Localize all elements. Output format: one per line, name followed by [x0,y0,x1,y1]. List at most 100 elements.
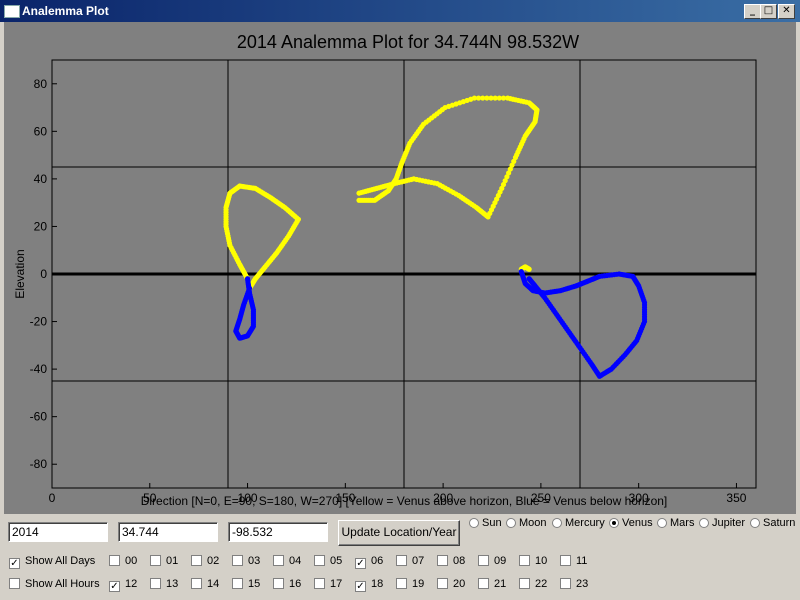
radio-dot[interactable] [552,518,562,528]
radio-jupiter[interactable]: Jupiter [699,517,745,531]
hour-checkbox-08[interactable]: 08 [437,555,465,569]
hour-checkbox-label: 22 [535,578,548,590]
y-tick-label: 60 [34,124,48,138]
hour-checkbox-15[interactable]: 15 [232,578,260,592]
checkbox-box[interactable] [150,578,161,589]
hour-checkbox-12[interactable]: ✓ 12 [109,578,137,592]
checkbox-box[interactable] [519,578,530,589]
plot-panel: 2014 Analemma Plot for 34.744N 98.532W 0… [4,22,796,514]
hour-checkbox-label: 00 [125,555,138,567]
radio-label: Saturn [763,517,796,529]
hour-checkbox-10[interactable]: 10 [519,555,547,569]
hour-checkbox-label: 03 [248,555,261,567]
hour-checkbox-09[interactable]: 09 [478,555,506,569]
hour-checkbox-07[interactable]: 07 [396,555,424,569]
radio-sun[interactable]: Sun [469,517,502,531]
checkbox-box[interactable] [396,555,407,566]
hour-checkbox-22[interactable]: 22 [519,578,547,592]
checkbox-box[interactable] [478,578,489,589]
radio-dot[interactable] [469,518,479,528]
checkbox-box[interactable]: ✓ [355,558,366,569]
checkbox-box[interactable] [314,578,325,589]
y-tick-label: -80 [30,457,48,471]
hour-checkbox-05[interactable]: 05 [314,555,342,569]
radio-dot[interactable] [699,518,709,528]
checkbox-box[interactable] [109,555,120,566]
hour-checkbox-label: 10 [535,555,548,567]
data-point [526,276,532,282]
radio-dot[interactable] [750,518,760,528]
hour-checkbox-04[interactable]: 04 [273,555,301,569]
hour-checkbox-19[interactable]: 19 [396,578,424,592]
hour-checkbox-16[interactable]: 16 [273,578,301,592]
hour-checkbox-21[interactable]: 21 [478,578,506,592]
maximize-button[interactable]: □ [760,4,777,19]
checkbox-box[interactable] [519,555,530,566]
checkbox-box[interactable] [191,578,202,589]
checkbox-box[interactable]: ✓ [109,581,120,592]
checkbox-box[interactable] [150,555,161,566]
y-tick-label: 0 [40,267,47,281]
hour-checkbox-03[interactable]: 03 [232,555,260,569]
checkbox-box[interactable] [478,555,489,566]
radio-saturn[interactable]: Saturn [750,517,795,531]
data-point [356,197,362,203]
checkbox-box[interactable] [437,555,448,566]
radio-label: Moon [519,517,547,529]
y-tick-label: 40 [34,172,48,186]
hour-checkbox-label: 15 [248,578,261,590]
checkbox-box[interactable] [273,578,284,589]
hour-checkbox-label: 09 [494,555,507,567]
radio-dot[interactable] [506,518,516,528]
checkbox-box[interactable] [560,578,571,589]
window-titlebar[interactable]: Analemma Plot _ □ ✕ [0,0,800,22]
checkbox-box[interactable] [191,555,202,566]
checkbox-box[interactable] [232,578,243,589]
checkbox-box[interactable] [232,555,243,566]
hour-checkbox-label: 23 [576,578,589,590]
hour-checkbox-01[interactable]: 01 [150,555,178,569]
hour-checkbox-label: 19 [412,578,425,590]
radio-mercury[interactable]: Mercury [552,517,605,531]
checkbox-box[interactable] [9,578,20,589]
checkbox-box[interactable] [396,578,407,589]
data-point [526,266,532,272]
hour-checkbox-20[interactable]: 20 [437,578,465,592]
hour-checkbox-18[interactable]: ✓ 18 [355,578,383,592]
minimize-button[interactable]: _ [744,4,761,19]
checkbox-box[interactable] [314,555,325,566]
radio-mars[interactable]: Mars [657,517,694,531]
data-point [244,276,251,282]
radio-moon[interactable]: Moon [506,517,547,531]
y-axis-label: Elevation [13,249,27,298]
hour-checkbox-02[interactable]: 02 [191,555,219,569]
hour-checkbox-13[interactable]: 13 [150,578,178,592]
hour-checkbox-label: 01 [166,555,179,567]
show-all-days-checkbox[interactable]: ✓ Show All Days [9,555,95,569]
checkbox-box[interactable]: ✓ [355,581,366,592]
y-tick-label: -60 [30,410,48,424]
checkbox-box[interactable] [437,578,448,589]
year-input[interactable] [8,522,108,542]
radio-dot[interactable] [609,518,619,528]
hour-checkbox-00[interactable]: 00 [109,555,137,569]
checkbox-box[interactable]: ✓ [9,558,20,569]
hour-checkbox-23[interactable]: 23 [560,578,588,592]
show-all-hours-checkbox[interactable]: Show All Hours [9,578,100,592]
show-all-days-label: Show All Days [25,555,96,567]
checkbox-box[interactable] [273,555,284,566]
radio-dot[interactable] [657,518,667,528]
hour-checkbox-17[interactable]: 17 [314,578,342,592]
longitude-input[interactable] [228,522,328,542]
x-axis-label: Direction [N=0, E=90, S=180, W=270] [Yel… [141,494,668,508]
hour-checkbox-14[interactable]: 14 [191,578,219,592]
latitude-input[interactable] [118,522,218,542]
hour-checkbox-11[interactable]: 11 [560,555,587,569]
hour-checkbox-06[interactable]: ✓ 06 [355,555,383,569]
checkbox-box[interactable] [560,555,571,566]
radio-venus[interactable]: Venus [609,517,653,531]
close-button[interactable]: ✕ [778,4,795,19]
update-location-button[interactable]: Update Location/Year [338,520,460,546]
x-tick-label: 0 [49,491,56,505]
y-tick-label: -20 [30,315,48,329]
